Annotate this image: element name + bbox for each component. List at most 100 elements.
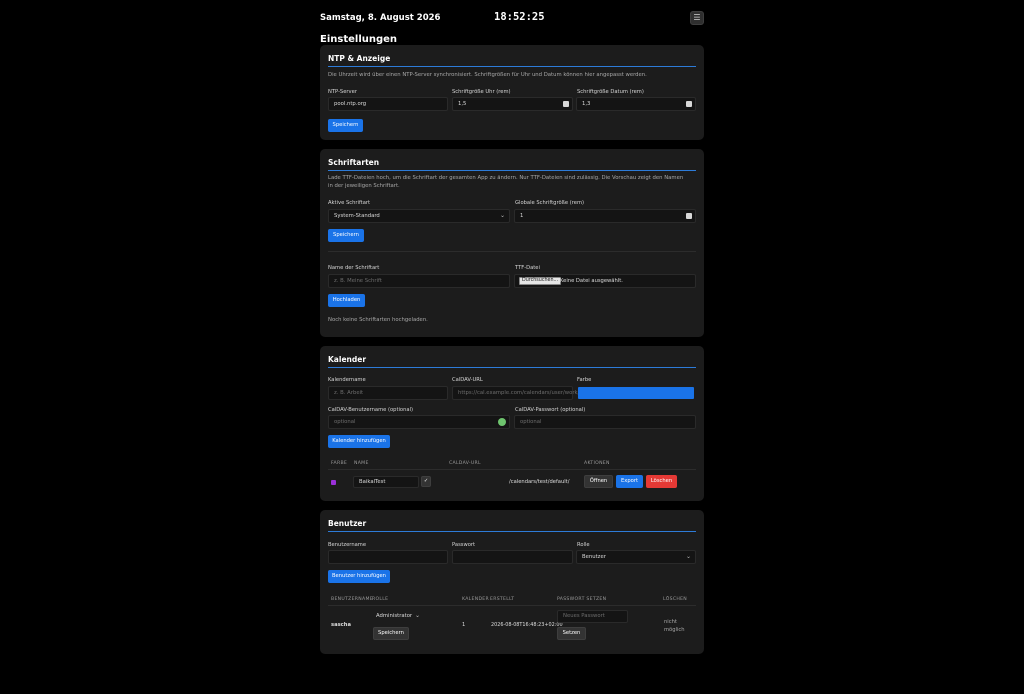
calendar-color-swatch[interactable] [331,480,336,485]
spinner-icon[interactable] [686,213,692,219]
calendar-name-placeholder: z. B. Arbeit [334,390,364,396]
col-username: BENUTZERNAME [331,597,373,602]
ntp-description: Die Uhrzeit wird über einen NTP-Server s… [328,72,647,78]
chevron-down-icon: ⌄ [499,212,505,219]
fonts-card-title: Schriftarten [328,158,380,167]
caldav-user-input[interactable]: optional [328,415,510,429]
ntp-server-value: pool.ntp.org [334,101,367,107]
calendar-url-value: /calendars/test/default/ [509,479,570,485]
current-date: Samstag, 8. August 2026 [320,13,441,23]
caldav-url-label: CalDAV-URL [452,377,483,383]
chevron-down-icon: ⌄ [685,553,691,560]
user-role-select[interactable]: Administrator ⌄ [373,611,421,623]
active-font-label: Aktive Schriftart [328,200,371,206]
save-role-button[interactable]: Speichern [373,627,409,640]
calendar-card-title: Kalender [328,355,367,364]
global-size-value: 1 [520,213,524,219]
calendar-name-label: Kalendername [328,377,366,383]
set-password-button[interactable]: Setzen [557,627,586,640]
users-card-title: Benutzer [328,519,367,528]
col-role: ROLLE [372,597,389,602]
active-font-value: System-Standard [334,213,380,219]
date-size-value: 1,3 [582,101,591,107]
color-label: Farbe [577,377,592,383]
ntp-save-button[interactable]: Speichern [328,119,363,132]
upload-button[interactable]: Hochladen [328,294,365,307]
fonts-empty-text: Noch keine Schriftarten hochgeladen. [328,317,428,323]
fonts-save-button[interactable]: Speichern [328,229,364,242]
username-input[interactable] [328,550,448,564]
caldav-url-placeholder: https://cal.example.com/calendars/user/w… [458,390,580,396]
fonts-card: Schriftarten Lade TTF-Dateien hoch, um d… [320,149,704,337]
col-created: ERSTELLT [490,597,515,602]
password-manager-icon[interactable] [498,418,506,426]
user-created: 2026-08-08T16:48:23+02:00 [491,622,563,628]
ntp-server-input[interactable]: pool.ntp.org [328,97,448,111]
calendar-name-value: BaikalTest [359,479,386,485]
menu-button[interactable]: ☰ [690,11,704,25]
color-picker[interactable] [578,387,694,399]
role-select[interactable]: Benutzer ⌄ [576,550,696,564]
user-calendar-count: 1 [462,622,466,628]
col-delete: LÖSCHEN [663,597,688,602]
delete-disabled-line1: nicht [664,619,677,625]
col-set-password: PASSWORT SETZEN [557,597,607,602]
password-label: Passwort [452,542,476,548]
caldav-user-label: CalDAV-Benutzername (optional) [328,407,414,413]
file-status: Keine Datei ausgewählt. [560,278,623,284]
caldav-pass-label: CalDAV-Passwort (optional) [515,407,586,413]
check-icon: ✓ [423,478,429,484]
user-name: sascha [331,622,351,628]
active-font-select[interactable]: System-Standard ⌄ [328,209,510,223]
font-name-input[interactable]: z. B. Meine Schrift [328,274,510,288]
fonts-description: Lade TTF-Dateien hoch, um die Schriftart… [328,175,684,189]
add-user-button[interactable]: Benutzer hinzufügen [328,570,390,583]
ntp-server-label: NTP-Server [328,89,357,95]
user-role-value: Administrator [376,613,413,619]
rename-calendar-button[interactable]: ✓ [421,476,431,487]
page-title: Einstellungen [320,34,398,45]
col-name: NAME [354,461,369,466]
calendar-card: Kalender Kalendername z. B. Arbeit CalDA… [320,346,704,501]
calendar-name-edit[interactable]: BaikalTest [353,476,419,488]
current-clock: 18:52:25 [494,11,545,23]
export-calendar-button[interactable]: Export [616,475,643,488]
divider [328,605,696,606]
ttf-file-label: TTF-Datei [515,265,540,271]
divider [328,367,696,368]
chevron-down-icon: ⌄ [414,612,420,619]
menu-icon: ☰ [693,13,701,22]
top-bar: Samstag, 8. August 2026 18:52:25 ☰ [320,11,704,26]
username-label: Benutzername [328,542,367,548]
clock-size-input[interactable]: 1,5 [452,97,573,111]
date-size-input[interactable]: 1,3 [576,97,696,111]
font-name-label: Name der Schriftart [328,265,380,271]
caldav-pass-placeholder: optional [520,419,542,425]
caldav-pass-input[interactable]: optional [514,415,696,429]
open-calendar-button[interactable]: Öffnen [584,475,613,488]
caldav-url-input[interactable]: https://cal.example.com/calendars/user/w… [452,386,579,400]
col-calendars: KALENDER [462,597,490,602]
delete-calendar-button[interactable]: Löschen [646,475,677,488]
new-password-placeholder: Neues Passwort [563,613,605,619]
new-password-input[interactable]: Neues Passwort [557,610,628,623]
clock-size-label: Schriftgröße Uhr (rem) [452,89,511,95]
delete-disabled-line2: möglich [664,627,685,633]
ntp-card: NTP & Anzeige Die Uhrzeit wird über eine… [320,45,704,140]
password-input[interactable] [452,550,573,564]
col-caldav-url: CALDAV-URL [449,461,481,466]
col-color: FARBE [331,461,348,466]
role-label: Rolle [577,542,590,548]
spinner-icon[interactable] [686,101,692,107]
ntp-card-title: NTP & Anzeige [328,54,391,63]
divider [328,66,696,67]
browse-button[interactable]: Durchsuchen... [519,277,562,285]
ttf-file-input[interactable]: Durchsuchen... Keine Datei ausgewählt. [514,274,696,288]
users-card: Benutzer Benutzername Passwort Rolle Ben… [320,510,704,654]
role-value: Benutzer [582,554,606,560]
global-size-input[interactable]: 1 [514,209,696,223]
divider [328,251,696,252]
calendar-name-input[interactable]: z. B. Arbeit [328,386,448,400]
spinner-icon[interactable] [563,101,569,107]
add-calendar-button[interactable]: Kalender hinzufügen [328,435,390,448]
